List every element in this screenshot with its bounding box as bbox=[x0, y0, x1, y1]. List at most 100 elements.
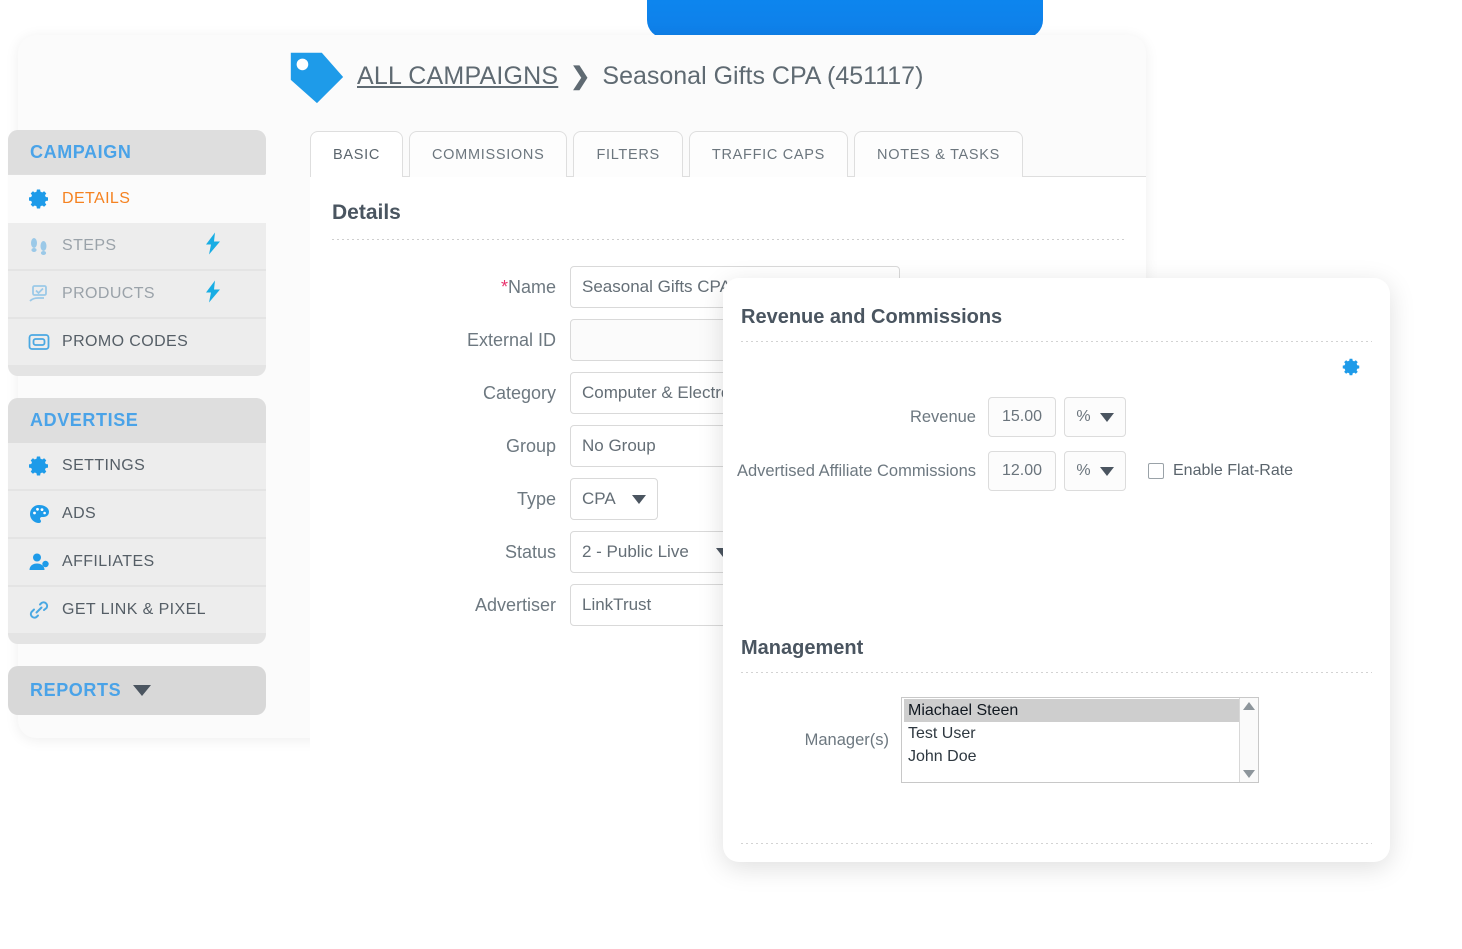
affiliate-commissions-label: Advertised Affiliate Commissions bbox=[736, 461, 976, 480]
field-label-status: Status bbox=[504, 541, 556, 562]
managers-list: Miachael Steen Test User John Doe bbox=[902, 698, 1239, 782]
enable-flat-rate-label: Enable Flat-Rate bbox=[1173, 462, 1294, 479]
footsteps-icon bbox=[22, 234, 56, 258]
tab-label: NOTES & TASKS bbox=[877, 146, 1001, 163]
sidebar-group-advertise: ADVERTISE SETTINGS ADS AFFILIATES GET LI… bbox=[8, 398, 266, 644]
field-label-name: *Name bbox=[500, 276, 556, 297]
link-icon bbox=[22, 598, 56, 622]
sidebar-item-label: STEPS bbox=[62, 237, 117, 254]
section-divider bbox=[741, 672, 1372, 673]
tab-traffic-caps[interactable]: TRAFFIC CAPS bbox=[688, 131, 849, 177]
affiliate-commissions-value-input[interactable]: 12.00 bbox=[988, 451, 1056, 491]
list-item[interactable]: Miachael Steen bbox=[904, 699, 1239, 722]
tab-label: COMMISSIONS bbox=[432, 146, 545, 163]
affiliate-commissions-unit-value: % bbox=[1076, 462, 1091, 479]
gear-icon[interactable] bbox=[1340, 356, 1362, 383]
required-asterisk: * bbox=[500, 276, 508, 297]
sidebar-item-ads[interactable]: ADS bbox=[8, 491, 266, 539]
revenue-value: 15.00 bbox=[1001, 408, 1043, 425]
field-label-advertiser: Advertiser bbox=[474, 594, 556, 615]
sidebar-item-label: PROMO CODES bbox=[62, 333, 189, 350]
chevron-down-icon bbox=[1099, 412, 1114, 422]
user-add-icon bbox=[22, 550, 56, 574]
screenshot-root: ALL CAMPAIGNS ❯ Seasonal Gifts CPA (4511… bbox=[0, 0, 1462, 949]
lightning-bolt-icon bbox=[204, 280, 222, 308]
tab-commissions[interactable]: COMMISSIONS bbox=[409, 131, 568, 177]
tab-notes-and-tasks[interactable]: NOTES & TASKS bbox=[854, 131, 1024, 177]
type-select-value: CPA bbox=[582, 489, 616, 508]
affiliate-commissions-unit-select[interactable]: % bbox=[1064, 451, 1126, 491]
field-label-category: Category bbox=[482, 382, 556, 403]
revenue-section-title: Revenue and Commissions bbox=[741, 306, 1003, 328]
sidebar-group-title-advertise: ADVERTISE bbox=[8, 398, 266, 443]
revenue-row: Revenue 15.00 % bbox=[723, 397, 1390, 437]
caret-down-icon bbox=[133, 685, 152, 696]
type-select[interactable]: CPA bbox=[570, 478, 658, 520]
tab-basic[interactable]: BASIC bbox=[310, 131, 404, 178]
chevron-down-icon bbox=[1099, 466, 1114, 476]
product-hand-icon bbox=[22, 282, 56, 306]
managers-listbox[interactable]: Miachael Steen Test User John Doe bbox=[901, 697, 1259, 783]
list-item[interactable]: John Doe bbox=[904, 745, 1239, 768]
tab-label: TRAFFIC CAPS bbox=[711, 146, 826, 163]
sidebar-group-campaign: CAMPAIGN DETAILS STEPS PRODUCTS PROMO CO… bbox=[8, 130, 266, 376]
enable-flat-rate-control[interactable]: Enable Flat-Rate bbox=[1148, 462, 1293, 480]
sidebar-item-label: AFFILIATES bbox=[62, 553, 155, 570]
sidebar-reports-label: REPORTS bbox=[30, 680, 122, 700]
sidebar-reports-toggle[interactable]: REPORTS bbox=[8, 666, 266, 715]
revenue-label: Revenue bbox=[909, 407, 976, 426]
sidebar-item-label: GET LINK & PIXEL bbox=[62, 601, 206, 618]
tab-label: FILTERS bbox=[596, 146, 660, 163]
tab-label: BASIC bbox=[333, 146, 381, 163]
revenue-unit-select[interactable]: % bbox=[1064, 397, 1126, 437]
palette-icon bbox=[22, 502, 56, 526]
revenue-value-input[interactable]: 15.00 bbox=[988, 397, 1056, 437]
status-select-value: 2 - Public Live bbox=[582, 542, 689, 561]
breadcrumb: ALL CAMPAIGNS ❯ Seasonal Gifts CPA (4511… bbox=[285, 45, 923, 107]
arrow-up-icon[interactable] bbox=[1243, 702, 1255, 710]
tab-filters[interactable]: FILTERS bbox=[573, 131, 683, 177]
sidebar-item-products[interactable]: PRODUCTS bbox=[8, 271, 266, 319]
field-label-group: Group bbox=[505, 435, 556, 456]
tab-bar: BASIC COMMISSIONS FILTERS TRAFFIC CAPS N… bbox=[310, 131, 1024, 178]
advertiser-select-value: LinkTrust bbox=[582, 595, 652, 614]
sidebar-group-title-campaign: CAMPAIGN bbox=[8, 130, 266, 175]
managers-row: Manager(s) Miachael Steen Test User John… bbox=[723, 697, 1390, 783]
sidebar-item-get-link-and-pixel[interactable]: GET LINK & PIXEL bbox=[8, 587, 266, 635]
name-input-value: Seasonal Gifts CPA bbox=[582, 277, 731, 296]
sidebar-item-promo-codes[interactable]: PROMO CODES bbox=[8, 319, 266, 367]
sidebar-item-affiliates[interactable]: AFFILIATES bbox=[8, 539, 266, 587]
decorative-top-ribbon bbox=[647, 0, 1043, 38]
field-label-type: Type bbox=[516, 488, 556, 509]
breadcrumb-current-page: Seasonal Gifts CPA (451117) bbox=[602, 61, 924, 90]
sidebar-item-details[interactable]: DETAILS bbox=[8, 175, 266, 223]
status-select[interactable]: 2 - Public Live bbox=[570, 531, 742, 573]
chevron-down-icon bbox=[632, 494, 646, 504]
sidebar: CAMPAIGN DETAILS STEPS PRODUCTS PROMO CO… bbox=[8, 130, 266, 715]
section-divider bbox=[741, 843, 1372, 844]
managers-scrollbar[interactable] bbox=[1239, 698, 1258, 782]
breadcrumb-all-campaigns-link[interactable]: ALL CAMPAIGNS bbox=[357, 62, 558, 91]
sidebar-item-label: SETTINGS bbox=[62, 457, 146, 474]
gear-icon bbox=[22, 187, 56, 211]
sidebar-item-settings[interactable]: SETTINGS bbox=[8, 443, 266, 491]
tag-icon bbox=[285, 45, 347, 107]
revenue-unit-value: % bbox=[1076, 408, 1091, 425]
lightning-bolt-icon bbox=[204, 232, 222, 260]
gear-icon bbox=[22, 454, 56, 478]
list-item[interactable]: Test User bbox=[904, 722, 1239, 745]
management-section-title: Management bbox=[741, 637, 864, 659]
revenue-settings-row bbox=[723, 342, 1390, 383]
sidebar-item-steps[interactable]: STEPS bbox=[8, 223, 266, 271]
enable-flat-rate-checkbox[interactable] bbox=[1148, 463, 1164, 479]
arrow-down-icon[interactable] bbox=[1243, 770, 1255, 778]
breadcrumb-separator-icon: ❯ bbox=[570, 62, 591, 90]
sidebar-item-label: PRODUCTS bbox=[62, 285, 155, 302]
managers-label: Manager(s) bbox=[804, 730, 889, 749]
group-input-value: No Group bbox=[582, 436, 656, 455]
revenue-commissions-overlay-card: Revenue and Commissions Revenue 15.00 % … bbox=[723, 278, 1390, 862]
affiliate-commissions-row: Advertised Affiliate Commissions 12.00 %… bbox=[723, 451, 1390, 491]
field-label-external-id: External ID bbox=[466, 329, 556, 350]
affiliate-commissions-value: 12.00 bbox=[1001, 462, 1043, 479]
sidebar-item-label: DETAILS bbox=[62, 190, 131, 207]
